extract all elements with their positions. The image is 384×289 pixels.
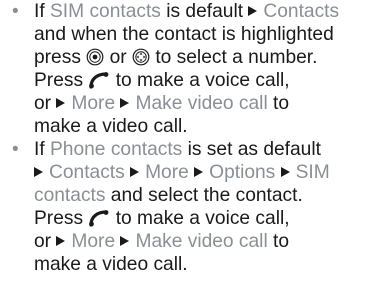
nav-key-icon [132,48,150,66]
instruction-item: • If SIM contacts is default Contacts and … [10,0,382,138]
instruction-list: • If SIM contacts is default Contacts and … [10,0,382,276]
arrow-right-icon [130,167,140,178]
manual-page: • If SIM contacts is default Contacts and … [0,0,384,289]
menu-path-item: More [145,162,189,183]
arrow-right-icon [56,98,66,109]
instruction-item: • If Phone contacts is set as default Cont… [10,138,382,276]
instruction-text: press [34,47,87,68]
menu-path-item: More [71,93,116,114]
menu-path-item: Make video call [135,93,268,114]
text-line: Press to make a voice call, [34,207,382,230]
instruction-text: is default [160,1,249,22]
text-line: make a video call. [34,253,382,276]
arrow-right-icon [248,6,258,17]
instruction-text: or [104,47,132,68]
text-line: If Phone contacts is set as default [34,138,382,161]
instruction-text: and when the contact is highlighted [34,24,334,45]
text-line: press or to select a number. [34,46,382,69]
instruction-text: make a video call. [34,254,188,275]
instruction-text: and select the contact. [105,185,303,206]
arrow-right-icon [194,167,204,178]
instruction-text: make a video call. [34,116,188,137]
instruction-text: to make a voice call, [110,70,290,91]
text-line: make a video call. [34,115,382,138]
instruction-text: to make a voice call, [110,208,290,229]
instruction-text: to [267,93,290,114]
instruction-text: to [267,231,290,252]
menu-path-item: Contacts [263,1,340,22]
text-line: Press to make a voice call, [34,69,382,92]
menu-term: contacts [34,185,106,206]
text-line: or More Make video call to [34,92,382,115]
call-key-icon [89,72,109,89]
call-key-icon [89,210,109,227]
arrow-right-icon [120,98,130,109]
nav-select-key-icon [86,48,104,66]
instruction-text: Press [34,70,89,91]
instruction-text: If [34,139,50,160]
menu-path-item: SIM [295,162,330,183]
menu-path-item: Contacts [49,162,125,183]
menu-path-item: Options [209,162,276,183]
text-line: Contacts More Options SIM [34,161,382,184]
arrow-right-icon [120,236,130,247]
instruction-text: If [34,1,50,22]
text-line: If SIM contacts is default Contacts [34,0,382,23]
instruction-text: or [34,93,57,114]
menu-term: Phone contacts [50,139,183,160]
bullet-icon: • [12,139,19,160]
menu-path-item: Make video call [135,231,268,252]
menu-path-item: More [71,231,116,252]
instruction-text: Press [34,208,89,229]
text-line: and when the contact is highlighted [34,23,382,46]
text-line: contacts and select the contact. [34,184,382,207]
instruction-text: or [34,231,57,252]
arrow-right-icon [56,236,66,247]
text-line: or More Make video call to [34,230,382,253]
instruction-text: to select a number. [150,47,318,68]
instruction-text: is set as default [182,139,321,160]
arrow-right-icon [34,167,43,178]
arrow-right-icon [280,167,290,178]
menu-term: SIM contacts [50,1,161,22]
bullet-icon: • [12,1,19,22]
